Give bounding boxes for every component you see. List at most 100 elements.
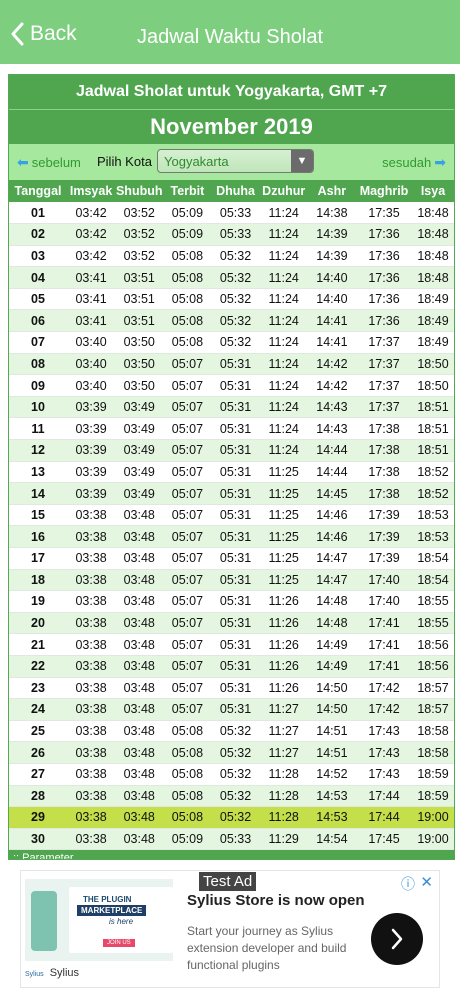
time-cell: 11:24 bbox=[259, 417, 308, 441]
time-cell: 05:08 bbox=[163, 720, 212, 743]
time-cell: 14:50 bbox=[307, 698, 356, 721]
time-cell: 05:09 bbox=[163, 828, 212, 851]
time-cell: 03:48 bbox=[115, 547, 164, 570]
time-cell: 03:40 bbox=[67, 331, 116, 354]
time-cell: 17:36 bbox=[356, 309, 412, 333]
time-cell: 18:49 bbox=[412, 288, 454, 311]
time-cell: 05:08 bbox=[163, 806, 212, 829]
table-row: 13 03:39 03:49 05:07 05:31 11:25 14:44 17:38 18:… bbox=[9, 461, 454, 484]
schedule-heading: Jadwal Sholat untuk Yogyakarta, GMT +7 bbox=[9, 75, 454, 110]
time-cell: 05:07 bbox=[163, 525, 212, 548]
time-cell: 03:39 bbox=[67, 482, 116, 505]
time-cell: 18:57 bbox=[412, 698, 454, 721]
column-header: Ashr bbox=[307, 180, 356, 202]
time-cell: 17:37 bbox=[356, 396, 412, 419]
date-cell: 22 bbox=[9, 655, 67, 678]
month-title: November 2019 bbox=[9, 110, 454, 144]
prev-month-link[interactable]: ⬅ sebelum bbox=[14, 154, 81, 171]
date-cell: 21 bbox=[9, 633, 67, 656]
time-cell: 18:49 bbox=[412, 309, 454, 333]
ad-open-button[interactable] bbox=[371, 913, 423, 965]
time-cell: 03:48 bbox=[115, 806, 164, 829]
date-cell: 14 bbox=[9, 482, 67, 505]
time-cell: 11:24 bbox=[259, 309, 308, 333]
time-cell: 17:38 bbox=[356, 417, 412, 441]
time-cell: 17:42 bbox=[356, 698, 412, 721]
time-cell: 11:24 bbox=[259, 202, 308, 225]
ad-image-line1: THE PLUGIN bbox=[83, 895, 132, 904]
date-cell: 30 bbox=[9, 828, 67, 851]
table-row: 26 03:38 03:48 05:08 05:32 11:27 14:51 17:43 18:… bbox=[9, 741, 454, 764]
time-cell: 03:49 bbox=[115, 461, 164, 484]
time-cell: 11:24 bbox=[259, 223, 308, 246]
parameter-link[interactable]: :: Parameter bbox=[9, 850, 454, 859]
time-cell: 05:32 bbox=[211, 806, 260, 829]
date-cell: 27 bbox=[9, 763, 67, 786]
date-cell: 01 bbox=[9, 202, 67, 225]
next-month-link[interactable]: sesudah ➡ bbox=[382, 154, 449, 171]
time-cell: 05:31 bbox=[211, 417, 260, 441]
column-header: Isya bbox=[412, 180, 454, 202]
table-row: 24 03:38 03:48 05:07 05:31 11:27 14:50 17:42 18:… bbox=[9, 698, 454, 721]
schedule-controls: ⬅ sebelum Pilih Kota Yogyakarta ▼ sesuda… bbox=[9, 144, 454, 180]
next-label: sesudah bbox=[382, 155, 432, 170]
city-select-value: Yogyakarta bbox=[164, 153, 229, 169]
ad-info-icon[interactable]: ⓘ bbox=[401, 874, 415, 894]
ad-brand-name: Sylius bbox=[49, 967, 80, 979]
time-cell: 05:31 bbox=[211, 590, 260, 613]
time-cell: 14:50 bbox=[307, 677, 356, 700]
time-cell: 05:31 bbox=[211, 655, 260, 678]
time-cell: 18:51 bbox=[412, 439, 454, 462]
chevron-right-icon bbox=[391, 928, 403, 950]
time-cell: 03:48 bbox=[115, 828, 164, 851]
ad-title[interactable]: Sylius Store is now open bbox=[187, 892, 365, 909]
column-header: Shubuh bbox=[115, 180, 164, 202]
table-row: 15 03:38 03:48 05:07 05:31 11:25 14:46 17:39 18:… bbox=[9, 504, 454, 527]
date-cell: 15 bbox=[9, 504, 67, 527]
time-cell: 03:38 bbox=[67, 525, 116, 548]
ad-banner[interactable]: THE PLUGIN MARKETPLACE is here JOIN US S… bbox=[20, 870, 440, 988]
time-cell: 05:31 bbox=[211, 482, 260, 505]
column-header: Imsyak bbox=[67, 180, 116, 202]
time-cell: 03:50 bbox=[115, 374, 164, 397]
time-cell: 05:31 bbox=[211, 439, 260, 462]
nav-bar: Back Jadwal Waktu Sholat bbox=[0, 0, 460, 64]
city-select[interactable]: Yogyakarta ▼ bbox=[157, 149, 314, 173]
arrow-right-icon: ➡ bbox=[434, 154, 446, 170]
time-cell: 14:54 bbox=[307, 828, 356, 851]
table-row: 02 03:42 03:52 05:09 05:33 11:24 14:39 17:36 18:… bbox=[9, 223, 454, 246]
table-row: 23 03:38 03:48 05:07 05:31 11:26 14:50 17:42 18:… bbox=[9, 677, 454, 700]
time-cell: 05:31 bbox=[211, 525, 260, 548]
time-cell: 19:00 bbox=[412, 806, 454, 829]
time-cell: 18:50 bbox=[412, 353, 454, 376]
time-cell: 05:33 bbox=[211, 828, 260, 851]
date-cell: 02 bbox=[9, 223, 67, 246]
time-cell: 05:31 bbox=[211, 504, 260, 527]
time-cell: 18:51 bbox=[412, 417, 454, 441]
time-cell: 05:32 bbox=[211, 763, 260, 786]
time-cell: 14:48 bbox=[307, 612, 356, 635]
table-row: 22 03:38 03:48 05:07 05:31 11:26 14:49 17:41 18:… bbox=[9, 655, 454, 678]
time-cell: 17:35 bbox=[356, 202, 412, 225]
time-cell: 05:31 bbox=[211, 353, 260, 376]
time-cell: 03:41 bbox=[67, 266, 116, 289]
time-cell: 17:41 bbox=[356, 633, 412, 656]
time-cell: 03:48 bbox=[115, 720, 164, 743]
ad-close-icon[interactable]: ✕ bbox=[420, 873, 433, 891]
date-cell: 29 bbox=[9, 806, 67, 829]
time-cell: 17:38 bbox=[356, 482, 412, 505]
time-cell: 17:36 bbox=[356, 266, 412, 289]
time-cell: 11:28 bbox=[259, 806, 308, 829]
time-cell: 03:38 bbox=[67, 677, 116, 700]
date-cell: 16 bbox=[9, 525, 67, 548]
time-cell: 05:32 bbox=[211, 741, 260, 764]
time-cell: 05:07 bbox=[163, 633, 212, 656]
time-cell: 03:38 bbox=[67, 741, 116, 764]
time-cell: 11:26 bbox=[259, 633, 308, 656]
date-cell: 10 bbox=[9, 396, 67, 419]
time-cell: 03:48 bbox=[115, 525, 164, 548]
time-cell: 14:49 bbox=[307, 655, 356, 678]
time-cell: 14:39 bbox=[307, 245, 356, 268]
date-cell: 07 bbox=[9, 331, 67, 354]
time-cell: 03:50 bbox=[115, 331, 164, 354]
